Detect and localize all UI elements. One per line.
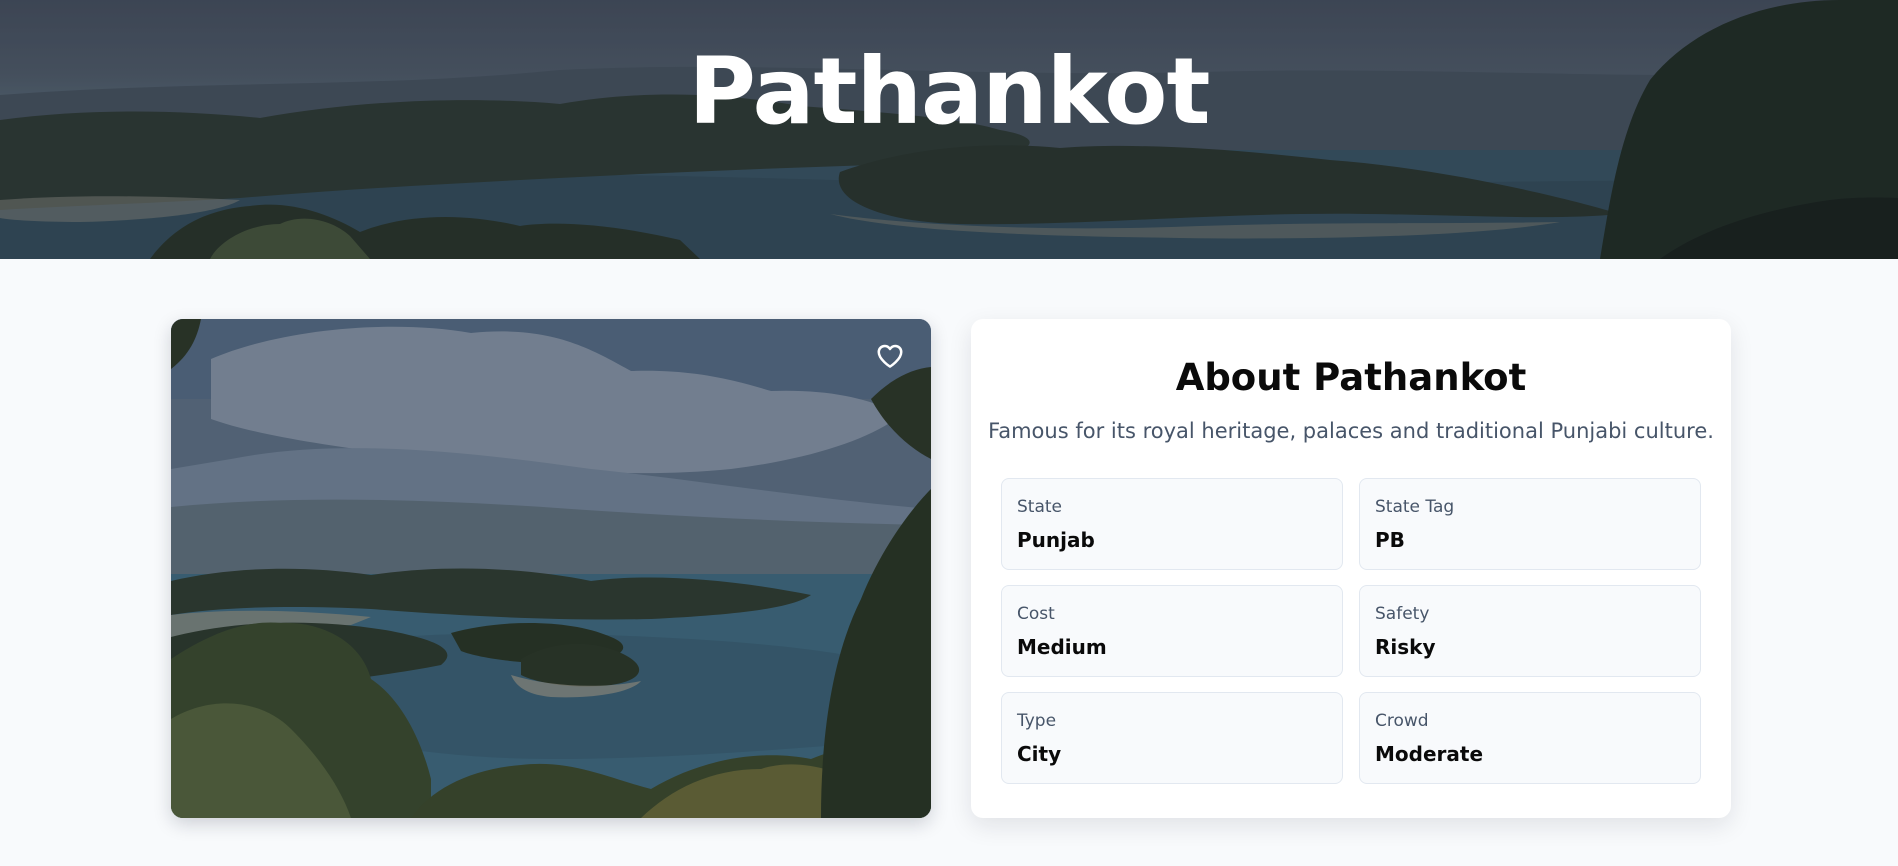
stat-value: Medium (1017, 635, 1107, 659)
stat-value: Punjab (1017, 528, 1095, 552)
stat-state-tag: State Tag PB (1359, 478, 1701, 570)
stat-label: State Tag (1375, 497, 1455, 517)
stat-type: Type City (1001, 692, 1343, 784)
stat-value: City (1017, 742, 1062, 766)
stat-safety: Safety Risky (1359, 585, 1701, 677)
stat-label: Safety (1375, 604, 1430, 624)
stat-state: State Punjab (1001, 478, 1343, 570)
about-title: About Pathankot (1175, 356, 1527, 399)
destination-photo (171, 319, 931, 818)
stat-cost: Cost Medium (1001, 585, 1343, 677)
stat-label: Type (1017, 711, 1057, 731)
page-title: Pathankot (688, 38, 1211, 145)
stat-value: Risky (1375, 635, 1436, 659)
stat-label: Crowd (1375, 711, 1429, 731)
stat-crowd: Crowd Moderate (1359, 692, 1701, 784)
stat-value: PB (1375, 528, 1405, 552)
stat-label: Cost (1017, 604, 1055, 624)
destination-photo-card (171, 319, 931, 818)
about-card: About Pathankot Famous for its royal her… (971, 319, 1731, 818)
stat-label: State (1017, 497, 1062, 517)
hero-banner: Pathankot (0, 0, 1898, 259)
favorite-button[interactable] (875, 341, 905, 371)
stat-value: Moderate (1375, 742, 1484, 766)
heart-outline-icon (877, 344, 903, 368)
about-description: Famous for its royal heritage, palaces a… (988, 419, 1714, 443)
